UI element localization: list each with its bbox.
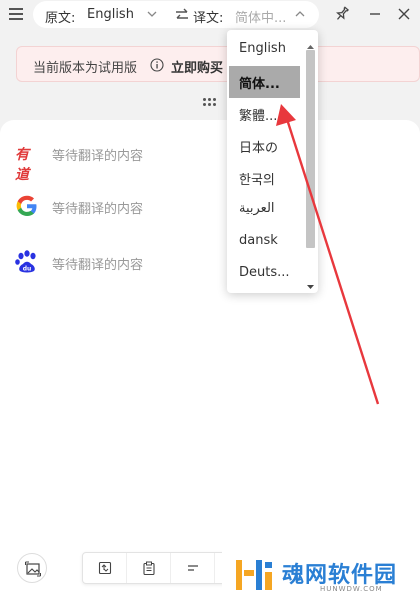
annotation-arrow — [276, 104, 380, 405]
